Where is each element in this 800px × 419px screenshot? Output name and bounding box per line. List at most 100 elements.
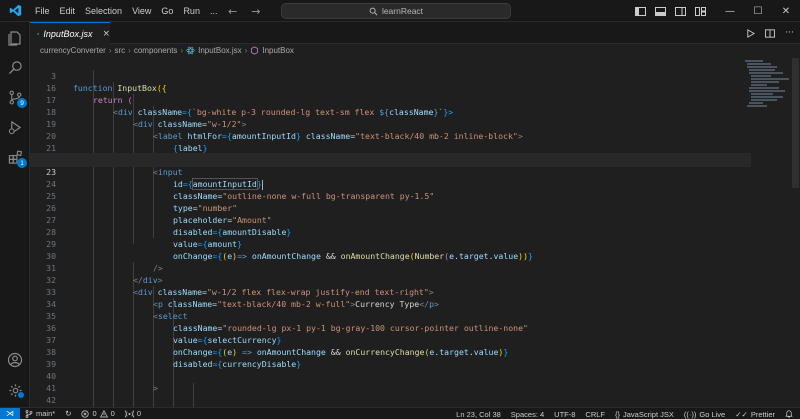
toggle-primary-sidebar-icon[interactable] — [632, 0, 648, 22]
manage-gear-icon[interactable] — [0, 376, 30, 404]
run-file-icon[interactable] — [746, 28, 756, 38]
code-line: 37 onChange={(e) => onAmountChange && on… — [30, 322, 750, 357]
prettier-label: Prettier — [750, 409, 775, 419]
search-activity-icon[interactable] — [0, 53, 30, 81]
go-live-button[interactable]: ((·)) Go Live — [679, 410, 730, 419]
language-mode-label: JavaScript JSX — [623, 409, 674, 419]
activity-bar: 9 1 — [0, 22, 30, 407]
breadcrumb-item[interactable]: src — [114, 46, 125, 55]
ports-indicator[interactable]: 0 — [120, 409, 146, 418]
code-line: 34 <select — [30, 286, 750, 321]
minimap-line — [751, 75, 771, 77]
minimap-line — [749, 72, 783, 74]
breadcrumb-item[interactable]: currencyConverter — [40, 46, 106, 55]
arrow-left-icon[interactable]: ← — [228, 5, 237, 18]
arrow-right-icon[interactable]: → — [251, 5, 260, 18]
cursor-position[interactable]: Ln 23, Col 38 — [451, 410, 506, 419]
toggle-secondary-sidebar-icon[interactable] — [672, 0, 688, 22]
prettier-status[interactable]: ✓✓ Prettier — [730, 410, 780, 419]
react-file-icon — [37, 32, 40, 35]
breadcrumb-item[interactable]: components — [134, 46, 178, 55]
sync-button[interactable]: ↻ — [60, 409, 76, 418]
more-actions-icon[interactable]: ··· — [785, 28, 794, 38]
close-icon[interactable]: ✕ — [772, 0, 800, 22]
code-line: 20 {label} — [30, 118, 750, 153]
explorer-icon[interactable] — [0, 24, 30, 52]
warning-count: 0 — [110, 409, 115, 418]
code-line: 27 disabled={amountDisable} — [30, 202, 750, 237]
code-line: 41 — [30, 370, 750, 393]
vscode-logo-icon — [0, 0, 30, 22]
menu-edit[interactable]: Edit — [55, 6, 81, 16]
symbol-method-icon — [251, 46, 259, 55]
code-line: 43 <option key={currency} — [30, 394, 750, 406]
minimize-icon[interactable]: — — [716, 0, 744, 22]
minimap-line — [751, 93, 773, 95]
minimap[interactable] — [743, 58, 791, 138]
source-control-icon[interactable]: 9 — [0, 83, 30, 111]
customize-layout-icon[interactable] — [692, 0, 708, 22]
breadcrumb-item[interactable]: InputBox — [262, 46, 294, 55]
breadcrumb: currencyConverter › src › components › I… — [30, 44, 800, 57]
tab-inputbox-jsx[interactable]: InputBox.jsx × — [30, 22, 110, 44]
git-branch[interactable]: main* — [20, 409, 60, 418]
menu-selection[interactable]: Selection — [80, 6, 127, 16]
breadcrumb-item[interactable]: InputBox.jsx — [198, 46, 242, 55]
code-line: 21 </label> — [30, 130, 750, 165]
minimap-line — [749, 102, 763, 104]
run-debug-icon[interactable] — [0, 113, 30, 141]
code-line: 42 {currencyOptions.map((currency)=> ( — [30, 382, 750, 405]
tab-close-icon[interactable]: × — [102, 29, 110, 39]
menu-file[interactable]: File — [30, 6, 55, 16]
code-line: 25 type="number" — [30, 178, 750, 213]
code-line: 19 <label htmlFor={amountInputId} classN… — [30, 106, 750, 141]
maximize-icon[interactable]: ☐ — [744, 0, 772, 22]
split-editor-icon[interactable] — [765, 28, 776, 38]
broadcast-icon: ((·)) — [683, 409, 697, 419]
editor-scrollbar[interactable] — [792, 58, 799, 188]
code-line: 35 className="rounded-lg px-1 py-1 bg-gr… — [30, 298, 750, 333]
warning-icon — [99, 409, 108, 417]
menu-run[interactable]: Run — [178, 6, 205, 16]
code-line: 3 function InputBox({ — [30, 58, 750, 93]
minimap-line — [749, 69, 775, 71]
file-encoding[interactable]: UTF-8 — [549, 410, 580, 419]
search-icon — [369, 7, 378, 15]
code-line: 32 <div className="w-1/2 flex flex-wrap … — [30, 262, 750, 297]
code-line: 40 > — [30, 358, 750, 393]
title-bar: File Edit Selection View Go Run ... ← → … — [0, 0, 800, 22]
double-check-icon: ✓✓ — [735, 409, 748, 419]
tab-label: InputBox.jsx — [43, 28, 93, 39]
minimap-line — [751, 99, 777, 101]
code-line: 36 value={selectCurrency} — [30, 310, 750, 345]
status-bar: ⋊ main* ↻ 0 0 0 Ln 23, Col 38 Spaces: 4 … — [0, 407, 800, 419]
code-line: 18 <div className="w-1/2"> — [30, 94, 750, 129]
accounts-icon[interactable] — [0, 346, 30, 374]
code-editor[interactable]: 3 function InputBox({ 16 return ( 17 <di… — [30, 58, 800, 407]
command-center-search[interactable]: learnReact — [281, 3, 511, 19]
code-line: 29 onChange={(e)=> onAmountChange && onA… — [30, 226, 750, 261]
remote-indicator-icon[interactable]: ⋊ — [0, 407, 20, 419]
extensions-icon[interactable]: 1 — [0, 143, 30, 171]
go-live-label: Go Live — [699, 409, 726, 419]
title-bar-controls: — ☐ ✕ — [628, 0, 800, 22]
indentation[interactable]: Spaces: 4 — [506, 410, 549, 419]
menu-go[interactable]: Go — [156, 6, 178, 16]
source-control-badge: 9 — [17, 98, 27, 108]
language-mode[interactable]: {} JavaScript JSX — [610, 410, 679, 419]
code-line: 17 <div className={`bg-white p-3 rounded… — [30, 82, 750, 117]
notifications-bell-icon[interactable] — [780, 410, 798, 418]
code-line: 24 className="outline-none w-full bg-tra… — [30, 166, 750, 201]
ports-count: 0 — [136, 409, 141, 418]
menu-bar: File Edit Selection View Go Run ... — [30, 0, 222, 22]
problems-indicator[interactable]: 0 0 — [76, 409, 119, 418]
minimap-line — [747, 66, 777, 68]
menu-more[interactable]: ... — [205, 6, 223, 16]
minimap-line — [745, 60, 763, 62]
extensions-badge: 1 — [17, 158, 27, 168]
toggle-panel-icon[interactable] — [652, 0, 668, 22]
minimap-line — [747, 105, 767, 107]
menu-view[interactable]: View — [127, 6, 156, 16]
end-of-line[interactable]: CRLF — [580, 410, 610, 419]
minimap-line — [751, 96, 783, 98]
